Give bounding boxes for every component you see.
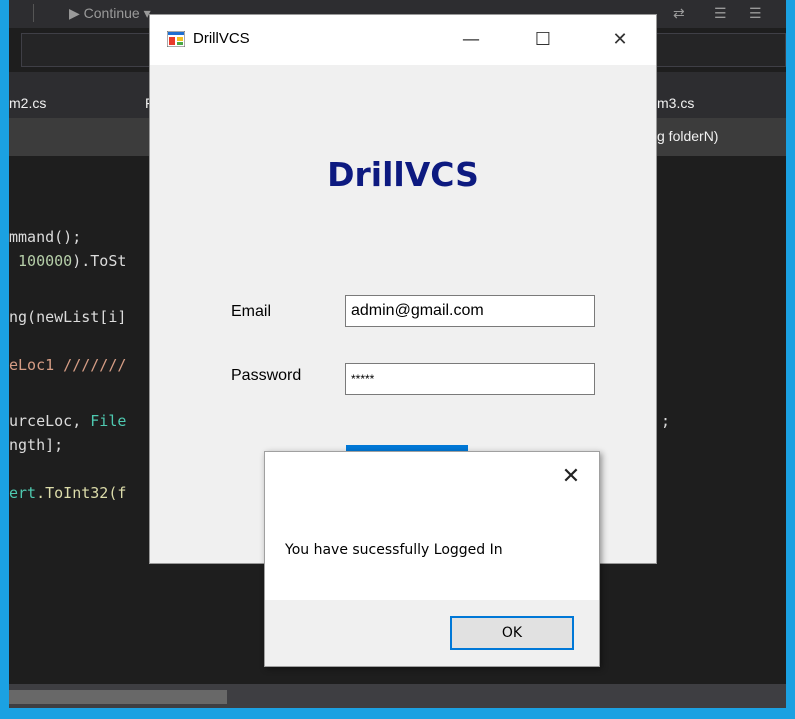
window-title: DrillVCS (193, 30, 250, 47)
toolbar-icon[interactable]: ☰ (714, 2, 727, 24)
right-accent-border (786, 0, 795, 719)
continue-label: Continue (83, 5, 140, 21)
password-field[interactable] (345, 363, 595, 395)
code-line: ert.ToInt32(f (9, 484, 127, 502)
message-box-dialog: ✕ You have sucessfully Logged In OK (264, 451, 600, 667)
password-label: Password (231, 367, 302, 384)
code-fragment: ; (661, 412, 671, 430)
close-button[interactable]: ✕ (597, 15, 643, 65)
code-line: mmand(); (9, 228, 82, 246)
ok-button[interactable]: OK (450, 616, 574, 650)
tab-form3[interactable]: m3.cs (657, 95, 694, 111)
toolbar-icon[interactable]: ☰ (749, 2, 762, 24)
code-line: eLoc1 /////// (9, 356, 127, 374)
toolbar-separator (33, 4, 34, 22)
dialog-footer: OK (265, 600, 599, 666)
code-line: 100000).ToSt (9, 252, 127, 270)
left-accent-border (0, 0, 9, 719)
tab-form2[interactable]: m2.cs (9, 95, 46, 111)
message-text: You have sucessfully Logged In (285, 542, 503, 558)
maximize-button[interactable]: ☐ (520, 15, 566, 65)
minimize-button[interactable]: — (448, 15, 494, 65)
code-line: ngth]; (9, 436, 64, 454)
email-field[interactable] (345, 295, 595, 327)
close-icon[interactable]: ✕ (551, 462, 591, 492)
app-window-icon (167, 31, 185, 47)
navbar-method[interactable]: g folderN) (657, 128, 718, 144)
code-line: ng(newList[i] (9, 308, 127, 326)
toolbar-icon[interactable]: ⇄ (673, 2, 685, 24)
email-label: Email (231, 303, 272, 320)
continue-button[interactable]: ▶ Continue ▾ (69, 2, 151, 24)
bottom-accent-border (0, 708, 795, 719)
code-line: urceLoc, File (9, 412, 127, 430)
app-heading: DrillVCS (327, 155, 479, 194)
title-bar: DrillVCS — ☐ ✕ (150, 15, 656, 65)
scrollbar-thumb[interactable] (9, 690, 227, 704)
